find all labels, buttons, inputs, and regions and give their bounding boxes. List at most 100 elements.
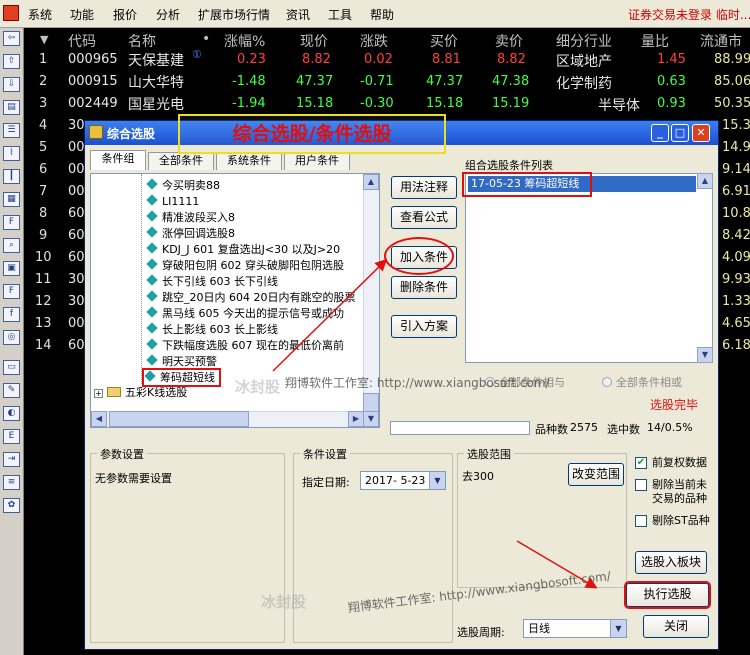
back-icon[interactable]: ⇦ [3,31,20,46]
float-cap: 88.99 [714,52,750,67]
float-cap: 6.91 [722,184,750,199]
row-number: 2 [39,74,48,89]
float-cap: 6.18 [722,338,750,353]
change: -0.71 [360,74,394,89]
trade-login-status[interactable]: 证券交易未登录 临时... [628,6,750,23]
f0-icon[interactable]: f [3,307,20,322]
calendar-icon[interactable]: ▣ [3,261,20,276]
menu-item-quote[interactable]: 报价 [113,6,137,23]
stock-code: 00 [68,140,85,155]
report-icon[interactable]: ▤ [3,100,20,115]
down-icon[interactable]: ⇩ [3,77,20,92]
left-toolbar: ⇦ ⇧ ⇩ ▤ ☰ ⌇ ┃ ▦ F ⌕ ▣ F f ◎ ▭ ✎ ◐ E ⇥ ≡ … [0,28,24,655]
stock-code: 00 [68,162,85,177]
float-cap: 8.42 [722,228,750,243]
menu-item-help[interactable]: 帮助 [370,6,394,23]
menu-bar: 系统 功能 报价 分析 扩展市场行情 资讯 工具 帮助 证券交易未登录 临时..… [0,0,750,28]
stock-name: 山大华特 [128,75,184,91]
stock-code: 60 [68,228,85,243]
app-logo-icon [3,5,19,21]
list-icon[interactable]: ☰ [3,123,20,138]
gauge-icon[interactable]: ◐ [3,406,20,421]
menu-item-system[interactable]: 系统 [28,6,52,23]
layers-icon[interactable]: ≡ [3,475,20,490]
industry: 半导体 [598,98,640,114]
col-float-cap[interactable]: 流通市 [700,31,742,51]
sort-arrow-icon[interactable]: ▼ [40,33,48,46]
change-pct: 0.23 [237,52,266,67]
col-name[interactable]: 名称 [128,31,156,51]
col-change[interactable]: 涨跌 [360,31,388,51]
volume-ratio: 1.45 [657,52,686,67]
change-pct: -1.94 [232,96,266,111]
f10-icon[interactable]: F [3,215,20,230]
stock-code: 60 [68,206,85,221]
change: 0.02 [364,52,393,67]
bid-price: 47.37 [426,74,464,89]
stock-screening-dialog: 综合选股 _ □ ✕ 条件组 全部条件 系统条件 用户条件 今买明卖88 LI1… [84,120,719,650]
menu-item-extended-market[interactable]: 扩展市场行情 [198,6,270,23]
ask-price: 15.19 [492,96,530,111]
row-number: 10 [35,250,52,265]
float-cap: 4.65 [722,316,750,331]
stock-code: 000965 [68,52,118,67]
col-change-pct[interactable]: 涨幅% [224,31,265,51]
chart-icon[interactable]: ⌇ [3,146,20,161]
row-number: 13 [35,316,52,331]
stock-code: 60 [68,338,85,353]
row-number: 5 [39,140,48,155]
etf-icon[interactable]: E [3,429,20,444]
ask-price: 8.82 [497,52,526,67]
col-price[interactable]: 现价 [300,31,328,51]
float-cap: 9.93 [722,272,750,287]
export-icon[interactable]: ⇥ [3,452,20,467]
col-volume-ratio[interactable]: 量比 [641,31,669,51]
folder-icon[interactable]: ▭ [3,360,20,375]
grid-icon[interactable]: ▦ [3,192,20,207]
stock-name: 国星光电 [128,97,184,113]
up-icon[interactable]: ⇧ [3,54,20,69]
menu-item-function[interactable]: 功能 [70,6,94,23]
row-number: 3 [39,96,48,111]
stock-code: 002449 [68,96,118,111]
float-cap: 9.14 [722,162,750,177]
menu-item-tools[interactable]: 工具 [328,6,352,23]
gear-icon[interactable]: ✿ [3,498,20,513]
search-icon[interactable]: ⌕ [3,238,20,253]
stock-code: 30 [68,272,85,287]
stock-code: 30 [68,118,85,133]
row-number: 4 [39,118,48,133]
industry: 化学制药 [556,76,612,92]
float-cap: 10.82 [722,206,750,221]
col-ask[interactable]: 卖价 [495,31,523,51]
volume-ratio: 0.93 [657,96,686,111]
annotation-banner: 综合选股/条件选股 [178,114,446,154]
annotation-arrows [272,258,598,589]
row-number: 6 [39,162,48,177]
stock-mark: ① [192,48,202,61]
row-number: 9 [39,228,48,243]
kline-icon[interactable]: ┃ [3,169,20,184]
change-pct: -1.48 [232,74,266,89]
volume-ratio: 0.63 [657,74,686,89]
col-code[interactable]: 代码 [68,31,96,51]
arrow-to-add-button [272,258,388,372]
float-cap: 85.06 [714,74,750,89]
row-number: 8 [39,206,48,221]
col-mark[interactable]: • [202,31,210,47]
stock-code: 000915 [68,74,118,89]
row-number: 11 [35,272,52,287]
tools-icon[interactable]: ✎ [3,383,20,398]
col-bid[interactable]: 买价 [430,31,458,51]
stock-code: 00 [68,184,85,199]
col-industry[interactable]: 细分行业 [556,31,612,51]
price: 15.18 [296,96,334,111]
stock-name: 天保基建 [128,53,184,69]
menu-item-analysis[interactable]: 分析 [156,6,180,23]
float-cap: 4.09 [722,250,750,265]
stock-code: 30 [68,294,85,309]
menu-item-news[interactable]: 资讯 [286,6,310,23]
f2-icon[interactable]: F [3,284,20,299]
circle-icon[interactable]: ◎ [3,330,20,345]
bid-price: 15.18 [426,96,464,111]
